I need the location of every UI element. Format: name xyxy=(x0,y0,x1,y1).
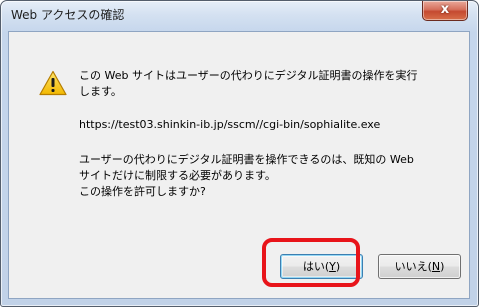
message-line-1: この Web サイトはユーザーの代わりにデジタル証明書の操作を実行 xyxy=(79,69,418,82)
site-url: https://test03.shinkin-ib.jp/sscm//cgi-b… xyxy=(79,118,381,131)
message-line-2: します。 xyxy=(79,85,122,98)
warning-note-line-2: サイトだけに制限する必要があります。 xyxy=(79,169,276,182)
yes-accelerator: Y xyxy=(329,260,336,273)
no-suffix: ) xyxy=(440,260,445,273)
yes-label: はい( xyxy=(302,260,330,273)
yes-button[interactable]: はい(Y) xyxy=(280,254,363,279)
warning-icon xyxy=(39,70,67,96)
close-button[interactable]: x xyxy=(422,1,468,21)
no-label: いいえ( xyxy=(394,260,432,273)
warning-note-line-1: ユーザーの代わりにデジタル証明書を操作できるのは、既知の Web xyxy=(79,153,414,166)
yes-suffix: ) xyxy=(335,260,341,273)
close-icon: x xyxy=(440,2,450,17)
dialog-window: Web アクセスの確認 x この Web サイトはユーザーの代わりにデジタル証明… xyxy=(0,0,479,307)
no-button[interactable]: いいえ(N) xyxy=(378,254,461,279)
confirm-question: この操作を許可しますか? xyxy=(79,185,206,198)
no-accelerator: N xyxy=(431,260,441,273)
dialog-body: この Web サイトはユーザーの代わりにデジタル証明書の操作を実行 します。 h… xyxy=(8,31,470,299)
dialog-title: Web アクセスの確認 xyxy=(11,8,125,22)
